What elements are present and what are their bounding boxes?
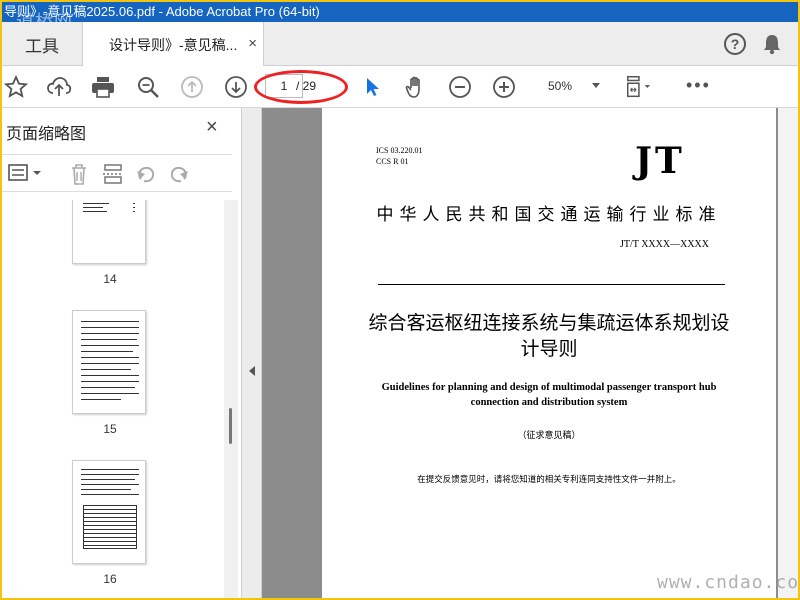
options-menu-icon[interactable] bbox=[8, 163, 44, 188]
pdf-page: ICS 03.220.01 CCS R 01 JT 中华人民共和国交通运输行业标… bbox=[322, 108, 776, 598]
ics-code-text: ICS 03.220.01 bbox=[376, 146, 423, 155]
tab-bar: 工具 设计导则》-意见稿... × ? bbox=[2, 22, 798, 67]
collapse-left-icon[interactable] bbox=[249, 366, 255, 376]
prev-page-icon[interactable] bbox=[178, 73, 206, 101]
thumbnail-page-15[interactable] bbox=[72, 310, 146, 414]
bell-icon[interactable] bbox=[762, 33, 782, 55]
cloud-upload-icon[interactable] bbox=[45, 73, 73, 101]
draft-label: （征求意见稿） bbox=[517, 431, 581, 441]
thumbnail-scrollbar[interactable] bbox=[224, 200, 238, 598]
trash-icon[interactable] bbox=[68, 163, 90, 190]
standard-number: JT/T XXXX—XXXX bbox=[620, 239, 709, 250]
hand-icon[interactable] bbox=[402, 73, 430, 101]
document-scrollbar[interactable] bbox=[778, 108, 798, 598]
thumbnail-page-number: 16 bbox=[103, 572, 117, 586]
panel-toolbar bbox=[2, 154, 232, 192]
ics-code: ICS 03.220.01 CCS R 01 bbox=[376, 145, 422, 167]
select-arrow-icon[interactable] bbox=[358, 73, 386, 101]
close-tab-icon[interactable]: × bbox=[248, 35, 257, 52]
jt-logo: JT bbox=[635, 140, 685, 182]
thumbnail-page-16[interactable] bbox=[72, 460, 146, 564]
window-title: 导则》-意见稿2025.06.pdf - Adobe Acrobat Pro (… bbox=[4, 4, 320, 19]
ccs-code-text: CCS R 01 bbox=[376, 157, 409, 166]
page-thumbnails-panel: 页面缩略图 × 14 15 16 bbox=[2, 108, 242, 598]
tab-document-label: 设计导则》-意见稿... bbox=[109, 36, 238, 53]
fit-page-icon[interactable] bbox=[624, 73, 652, 101]
thumbnail-table-graphic bbox=[83, 505, 137, 549]
star-icon[interactable] bbox=[2, 73, 30, 101]
thumbnail-list: 14 15 16 bbox=[2, 200, 224, 598]
document-view[interactable]: ICS 03.220.01 CCS R 01 JT 中华人民共和国交通运输行业标… bbox=[262, 108, 798, 598]
divider-line bbox=[378, 284, 725, 285]
thumbnail-page-number: 15 bbox=[103, 422, 117, 436]
help-icon[interactable]: ? bbox=[724, 33, 746, 55]
more-tools-icon[interactable]: ••• bbox=[686, 75, 711, 96]
rotate-right-icon[interactable] bbox=[167, 163, 191, 190]
thumbnail-page-14[interactable] bbox=[72, 200, 146, 264]
watermark-url: www.cndao.co bbox=[657, 572, 798, 593]
zoom-in-icon[interactable] bbox=[490, 73, 518, 101]
close-panel-icon[interactable]: × bbox=[206, 116, 218, 139]
red-highlight-annotation bbox=[254, 70, 348, 104]
print-icon[interactable] bbox=[89, 73, 117, 101]
chevron-down-icon[interactable] bbox=[592, 83, 600, 88]
app-window: 导则》-意见稿2025.06.pdf - Adobe Acrobat Pro (… bbox=[2, 2, 798, 598]
patent-notice: 在提交反馈意见时，请将您知道的相关专利连同支持性文件一并附上。 bbox=[417, 475, 681, 485]
standard-title: 中华人民共和国交通运输行业标准 bbox=[376, 205, 722, 225]
extract-page-icon[interactable] bbox=[102, 163, 124, 190]
document-title-english: Guidelines for planning and design of mu… bbox=[381, 382, 717, 408]
zoom-level-select[interactable]: 50% bbox=[548, 79, 572, 93]
document-title-chinese: 综合客运枢纽连接系统与集疏运体系规划设计导则 bbox=[368, 312, 730, 360]
thumbnail-scrollbar-thumb[interactable] bbox=[229, 408, 232, 444]
main-toolbar: 1 / 29 50% ••• bbox=[2, 66, 798, 108]
panel-title: 页面缩略图 bbox=[6, 126, 87, 143]
zoom-search-icon[interactable] bbox=[134, 73, 162, 101]
window-title-bar: 导则》-意见稿2025.06.pdf - Adobe Acrobat Pro (… bbox=[2, 2, 798, 22]
zoom-out-icon[interactable] bbox=[446, 73, 474, 101]
rotate-left-icon[interactable] bbox=[134, 163, 158, 190]
next-page-icon[interactable] bbox=[222, 73, 250, 101]
tab-document[interactable]: 设计导则》-意见稿... × bbox=[82, 22, 264, 67]
panel-collapse-strip[interactable] bbox=[242, 108, 262, 598]
tab-tools[interactable]: 工具 bbox=[2, 22, 82, 66]
thumbnail-page-number: 14 bbox=[103, 272, 117, 286]
